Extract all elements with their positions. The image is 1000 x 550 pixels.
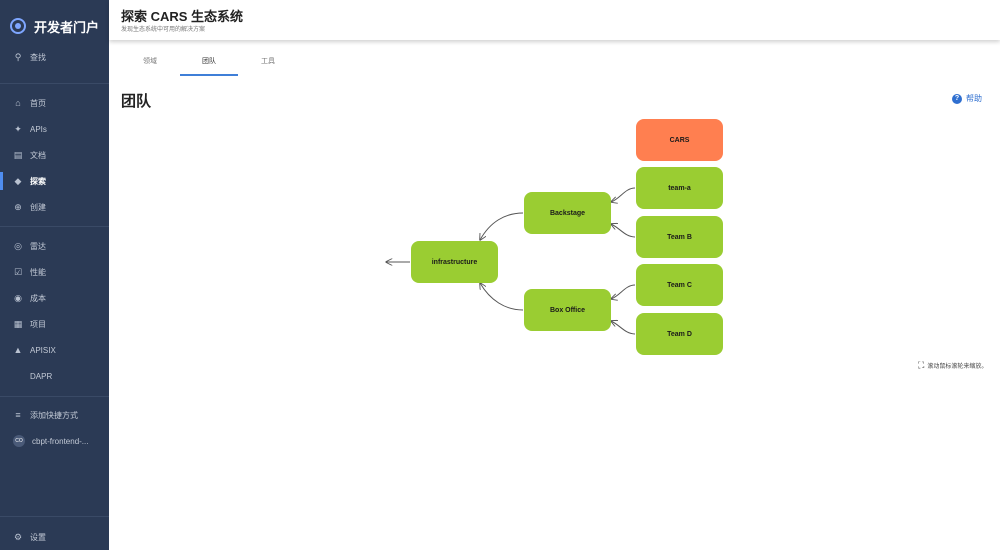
edge-team-c-box-office bbox=[611, 284, 636, 299]
graph-node-team-c[interactable]: Team C bbox=[636, 264, 723, 306]
edge-backstage-infrastructure bbox=[480, 212, 524, 240]
edge-team-d-box-office bbox=[611, 321, 636, 335]
graph-node-team-a[interactable]: team-a bbox=[636, 167, 723, 209]
graph-node-team-d[interactable]: Team D bbox=[636, 313, 723, 355]
graph-node-team-b[interactable]: Team B bbox=[636, 216, 723, 258]
edge-box-office-infrastructure bbox=[480, 283, 524, 311]
zoom-hint-text: 滚动鼠标滚轮来缩放。 bbox=[927, 364, 988, 370]
graph-node-cars[interactable]: CARS bbox=[636, 119, 723, 161]
zoom-hint: ⛶ 滚动鼠标滚轮来缩放。 bbox=[918, 360, 987, 371]
edge-team-b-backstage bbox=[611, 224, 636, 238]
team-graph-edges bbox=[0, 187, 636, 335]
graph-node-box-office[interactable]: Box Office bbox=[524, 289, 611, 331]
fullscreen-icon[interactable]: ⛶ bbox=[918, 360, 924, 371]
edge-team-a-backstage bbox=[611, 187, 636, 202]
graph-node-backstage[interactable]: Backstage bbox=[524, 192, 611, 234]
graph-node-infrastructure[interactable]: infrastructure bbox=[411, 241, 498, 283]
